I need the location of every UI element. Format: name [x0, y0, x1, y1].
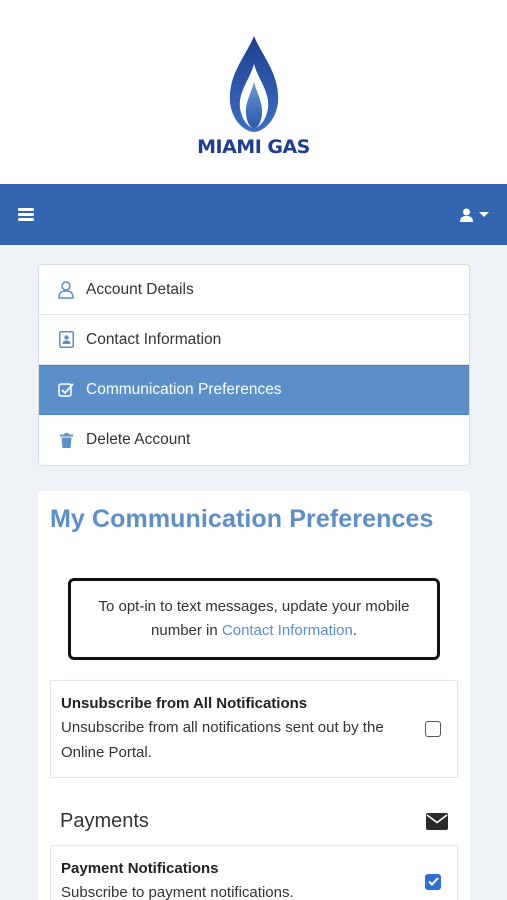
- option-title: Payment Notifications: [61, 860, 219, 877]
- user-icon: [460, 208, 473, 222]
- unsubscribe-all-option: Unsubscribe from All Notifications Unsub…: [50, 680, 458, 778]
- nav-item-delete-account[interactable]: Delete Account: [39, 415, 469, 465]
- hamburger-menu-icon[interactable]: [18, 208, 34, 221]
- flame-logo-icon: [229, 36, 278, 132]
- checkmark-icon: [427, 877, 439, 886]
- option-description: Unsubscribe from all notifications sent …: [61, 719, 384, 761]
- check-square-icon: [56, 380, 76, 400]
- user-menu-dropdown[interactable]: [460, 208, 489, 222]
- contact-card-icon: [56, 330, 76, 350]
- option-description: Subscribe to payment notifications.: [61, 884, 294, 900]
- nav-item-label: Communication Preferences: [86, 381, 282, 398]
- user-outline-icon: [56, 280, 76, 300]
- nav-item-communication-preferences[interactable]: Communication Preferences: [39, 365, 469, 415]
- payment-notifications-checkbox[interactable]: [425, 873, 441, 890]
- envelope-icon: [426, 813, 448, 830]
- nav-item-label: Delete Account: [86, 431, 191, 448]
- section-title: Payments: [60, 810, 149, 832]
- brand-name: MIAMI GAS: [197, 136, 310, 158]
- trash-icon: [56, 430, 76, 450]
- notice-text-end: .: [352, 622, 357, 639]
- option-title: Unsubscribe from All Notifications: [61, 695, 308, 712]
- nav-item-label: Account Details: [86, 280, 194, 298]
- chevron-down-icon: [479, 212, 489, 217]
- payment-notifications-option: Payment Notifications Subscribe to payme…: [50, 845, 458, 900]
- account-nav-menu: Account Details Contact Information Comm…: [38, 264, 470, 466]
- logo-area: MIAMI GAS: [0, 0, 507, 184]
- sms-opt-in-notice: To opt-in to text messages, update your …: [68, 578, 440, 660]
- nav-item-account-details[interactable]: Account Details: [39, 265, 469, 315]
- top-navbar: [0, 184, 507, 245]
- nav-item-contact-information[interactable]: Contact Information: [39, 315, 469, 365]
- nav-item-label: Contact Information: [86, 330, 222, 348]
- contact-information-link[interactable]: Contact Information: [222, 622, 353, 639]
- payments-section-header: Payments: [50, 810, 458, 833]
- preferences-panel: My Communication Preferences To opt-in t…: [38, 491, 470, 900]
- page-title: My Communication Preferences: [50, 505, 434, 533]
- unsubscribe-all-checkbox[interactable]: [425, 721, 441, 737]
